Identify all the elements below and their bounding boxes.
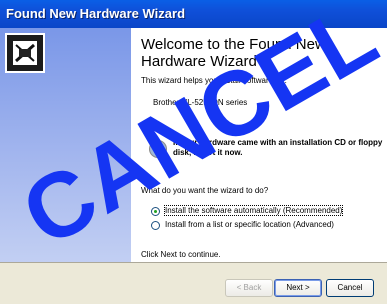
wizard-content: Welcome to the Found New Hardware Wizard… (0, 28, 387, 262)
intro-text: This wizard helps you install software f… (141, 76, 287, 85)
page-title: Welcome to the Found New Hardware Wizard (141, 36, 326, 70)
wizard-sidebar (0, 28, 131, 262)
radio-button[interactable] (151, 221, 160, 230)
cancel-button[interactable]: Cancel (326, 279, 374, 297)
back-button[interactable]: < Back (225, 279, 273, 297)
hardware-wizard-icon (5, 33, 45, 73)
install-list-option[interactable]: Install from a list or specific location… (151, 220, 381, 232)
install-auto-option[interactable]: Install the software automatically (Reco… (151, 205, 381, 218)
option-label: Install from a list or specific location… (165, 220, 334, 229)
wizard-window: Found New Hardware Wizard Welcome to the… (0, 0, 387, 304)
cd-icon (149, 140, 167, 158)
continue-text: Click Next to continue. (141, 250, 221, 259)
cd-instruction: If your hardware came with an installati… (173, 138, 383, 157)
title-bar[interactable]: Found New Hardware Wizard (0, 0, 387, 28)
radio-button[interactable] (151, 207, 160, 216)
device-name: Brother HL-5250DN series (153, 98, 248, 107)
option-label: Install the software automatically (Reco… (163, 205, 344, 216)
window-title: Found New Hardware Wizard (6, 6, 186, 21)
wizard-main: Welcome to the Found New Hardware Wizard… (131, 28, 387, 262)
next-button[interactable]: Next > (274, 279, 322, 297)
question-text: What do you want the wizard to do? (141, 186, 269, 195)
button-bar: < Back Next > Cancel (0, 262, 387, 304)
